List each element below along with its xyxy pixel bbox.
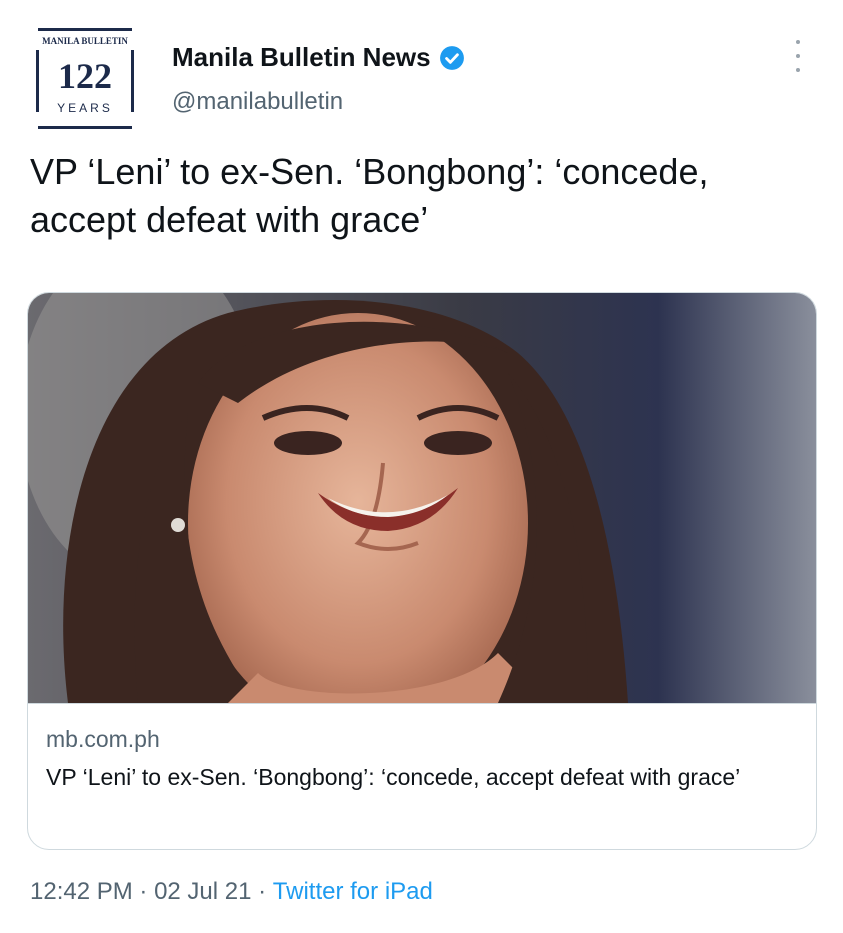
manila-bulletin-logo-icon: MANILA BULLETIN 122 YEARS <box>30 26 140 136</box>
account-display-name-row[interactable]: Manila Bulletin News <box>172 42 465 73</box>
tweet-time[interactable]: 12:42 PM <box>30 878 133 906</box>
article-photo-image[interactable] <box>28 293 816 703</box>
svg-text:MANILA BULLETIN: MANILA BULLETIN <box>42 36 128 46</box>
link-card-body[interactable]: mb.com.ph VP ‘Leni’ to ex-Sen. ‘Bongbong… <box>28 703 816 849</box>
tweet-text: VP ‘Leni’ to ex-Sen. ‘Bongbong’: ‘conced… <box>30 151 709 240</box>
meta-separator: · <box>251 878 273 905</box>
svg-text:122: 122 <box>58 56 112 96</box>
svg-text:YEARS: YEARS <box>57 101 113 115</box>
tweet-date[interactable]: 02 Jul 21 <box>154 878 251 906</box>
link-preview-card[interactable]: mb.com.ph VP ‘Leni’ to ex-Sen. ‘Bongbong… <box>27 292 817 850</box>
profile-avatar[interactable]: MANILA BULLETIN 122 YEARS <box>30 26 140 136</box>
display-name[interactable]: Manila Bulletin News <box>172 42 431 73</box>
more-options-icon[interactable] <box>790 40 806 72</box>
verified-badge-icon <box>439 45 464 70</box>
tweet-meta: 12:42 PM · 02 Jul 21 · Twitter for iPad <box>30 878 433 906</box>
link-title: VP ‘Leni’ to ex-Sen. ‘Bongbong’: ‘conced… <box>46 764 741 790</box>
account-handle[interactable]: @manilabulletin <box>172 88 343 116</box>
link-domain: mb.com.ph <box>46 726 160 752</box>
tweet-source-link[interactable]: Twitter for iPad <box>273 878 433 906</box>
meta-separator: · <box>132 878 155 905</box>
